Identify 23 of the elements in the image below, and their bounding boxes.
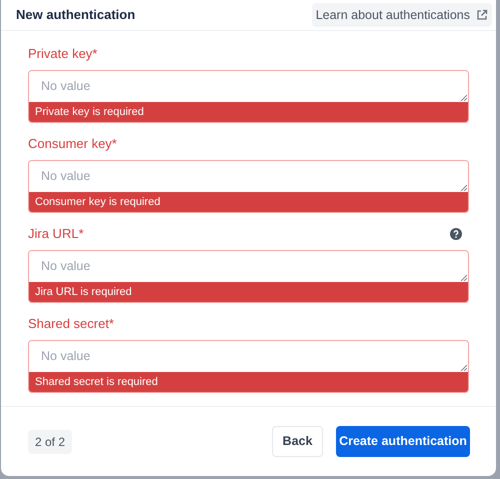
help-icon[interactable] xyxy=(450,228,462,240)
external-link-icon xyxy=(476,9,488,21)
text-area[interactable]: No value xyxy=(29,71,468,102)
text-area[interactable]: No value xyxy=(29,341,468,372)
step-indicator: 2 of 2 xyxy=(28,430,72,454)
resize-handle-icon[interactable] xyxy=(460,94,467,101)
field-label: Private key* xyxy=(28,45,98,64)
create-button[interactable]: Create authentication xyxy=(336,426,470,457)
resize-handle-icon[interactable] xyxy=(460,184,467,191)
text-area[interactable]: No value xyxy=(29,161,468,192)
learn-link[interactable]: Learn about authentications xyxy=(312,3,492,27)
back-button[interactable]: Back xyxy=(272,426,323,457)
error-message: Private key is required xyxy=(29,102,468,122)
field-label: Jira URL* xyxy=(28,225,84,244)
field-label: Shared secret* xyxy=(28,315,114,334)
resize-handle-icon[interactable] xyxy=(460,364,467,371)
error-message: Consumer key is required xyxy=(29,192,468,212)
text-area[interactable]: No value xyxy=(29,251,468,282)
error-message: Shared secret is required xyxy=(29,372,468,392)
field-label: Consumer key* xyxy=(28,135,117,154)
dialog-title: New authentication xyxy=(16,6,136,24)
error-message: Jira URL is required xyxy=(29,282,468,302)
resize-handle-icon[interactable] xyxy=(460,274,467,281)
